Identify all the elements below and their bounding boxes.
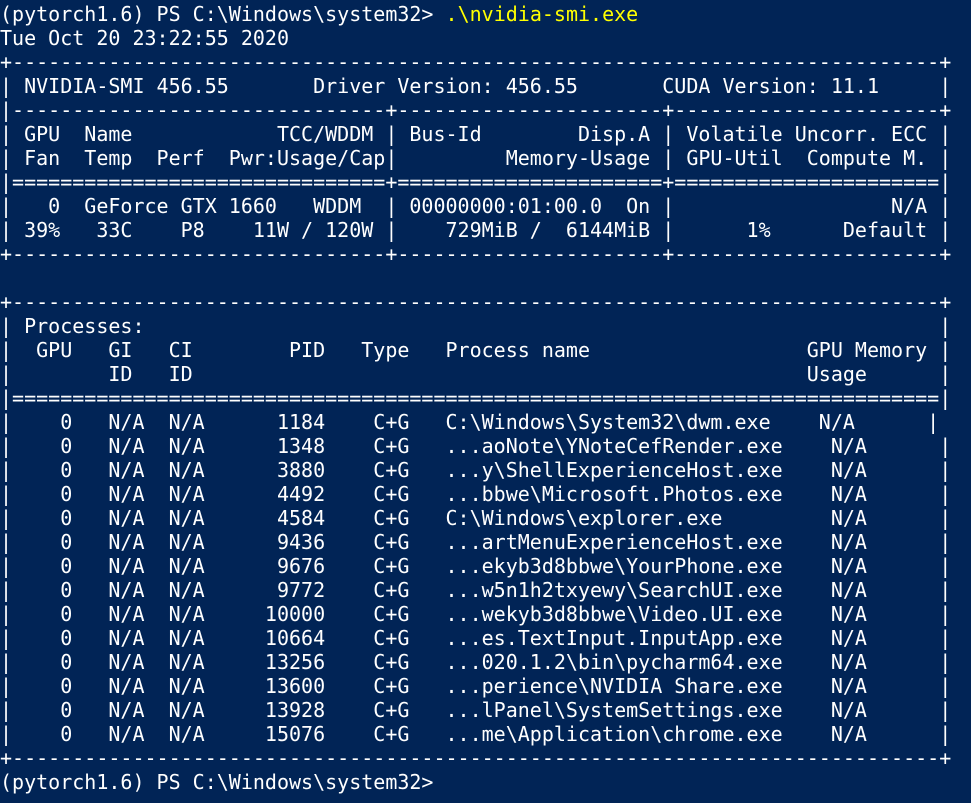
gpu-header-line: | Fan Temp Perf Pwr:Usage/Cap| Memory-Us…: [0, 146, 952, 170]
table-border: |===============================+=======…: [0, 170, 952, 194]
prompt-line[interactable]: (pytorch1.6) PS C:\Windows\system32>: [0, 770, 971, 794]
processes-table: +---------------------------------------…: [0, 290, 971, 770]
process-row: | 0 N/A N/A 4584 C+G C:\Windows\explorer…: [0, 506, 952, 530]
process-row: | 0 N/A N/A 3880 C+G ...y\ShellExperienc…: [0, 458, 952, 482]
gpu-info-line: | 39% 33C P8 11W / 120W | 729MiB / 6144M…: [0, 218, 952, 242]
process-row: | 0 N/A N/A 9772 C+G ...w5n1h2txyewy\Sea…: [0, 578, 952, 602]
gpu-header-line: | GPU Name TCC/WDDM | Bus-Id Disp.A | Vo…: [0, 122, 952, 146]
command-prompt: (pytorch1.6) PS C:\Windows\system32>: [0, 2, 446, 26]
process-row: | 0 N/A N/A 9676 C+G ...ekyb3d8bbwe\Your…: [0, 554, 952, 578]
table-border: |-------------------------------+-------…: [0, 98, 952, 122]
process-row: | 0 N/A N/A 13256 C+G ...020.1.2\bin\pyc…: [0, 650, 952, 674]
command-line: (pytorch1.6) PS C:\Windows\system32> .\n…: [0, 2, 971, 26]
command-text: .\nvidia-smi.exe: [445, 2, 639, 26]
process-row: | 0 N/A N/A 4492 C+G ...bbwe\Microsoft.P…: [0, 482, 952, 506]
process-row: | 0 N/A N/A 13928 C+G ...lPanel\SystemSe…: [0, 698, 952, 722]
gpu-info-line: | 0 GeForce GTX 1660 WDDM | 00000000:01:…: [0, 194, 952, 218]
table-border: +---------------------------------------…: [0, 50, 952, 74]
version-line: | NVIDIA-SMI 456.55 Driver Version: 456.…: [0, 74, 952, 98]
processes-title: | Processes: |: [0, 314, 952, 338]
table-border: +-------------------------------+-------…: [0, 242, 952, 266]
processes-header-line: | GPU GI CI PID Type Process name GPU Me…: [0, 338, 952, 362]
process-row: | 0 N/A N/A 10000 C+G ...wekyb3d8bbwe\Vi…: [0, 602, 952, 626]
processes-header-line: | ID ID Usage |: [0, 362, 952, 386]
process-row: | 0 N/A N/A 9436 C+G ...artMenuExperienc…: [0, 530, 952, 554]
process-row: | 0 N/A N/A 1184 C+G C:\Windows\System32…: [0, 410, 940, 434]
powershell-terminal[interactable]: (pytorch1.6) PS C:\Windows\system32> .\n…: [0, 0, 971, 803]
process-row: | 0 N/A N/A 15076 C+G ...me\Application\…: [0, 722, 952, 746]
timestamp-line: Tue Oct 20 23:22:55 2020: [0, 26, 289, 50]
process-row: | 0 N/A N/A 1348 C+G ...aoNote\YNoteCefR…: [0, 434, 952, 458]
process-row: | 0 N/A N/A 10664 C+G ...es.TextInput.In…: [0, 626, 952, 650]
process-row: | 0 N/A N/A 13600 C+G ...perience\NVIDIA…: [0, 674, 952, 698]
gpu-summary-table: +---------------------------------------…: [0, 50, 971, 266]
table-border: |=======================================…: [0, 386, 952, 410]
final-prompt: (pytorch1.6) PS C:\Windows\system32>: [0, 770, 434, 794]
table-border: +---------------------------------------…: [0, 290, 952, 314]
table-border: +---------------------------------------…: [0, 746, 952, 770]
